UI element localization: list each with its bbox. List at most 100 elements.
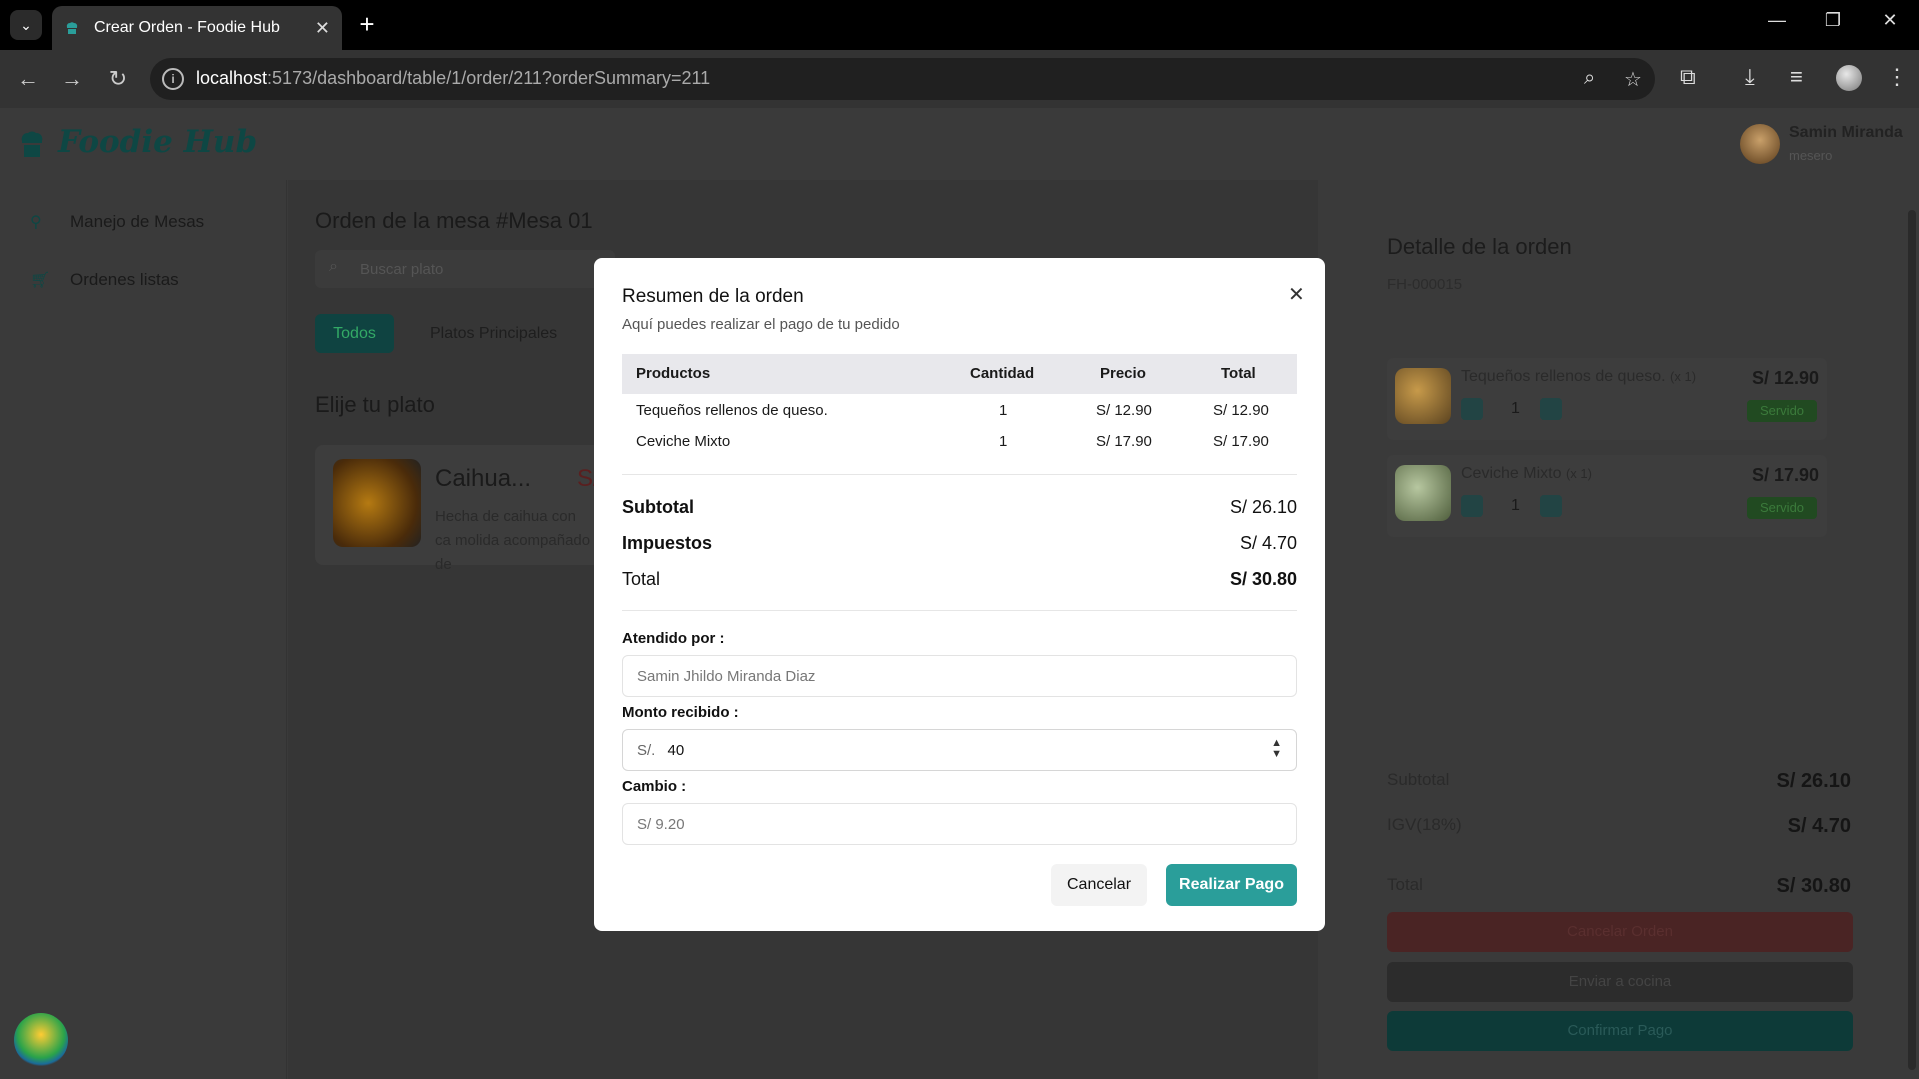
subtotal-value: S/ 26.10 xyxy=(1776,770,1851,792)
browser-tab[interactable]: Crear Orden - Foodie Hub ✕ xyxy=(52,6,342,50)
item-name: Ceviche Mixto (x 1) xyxy=(1461,465,1592,482)
column-header: Productos xyxy=(636,365,711,382)
cell-price: S/ 12.90 xyxy=(1096,402,1152,419)
column-header: Precio xyxy=(1100,365,1146,382)
attended-by-field: Samin Jhildo Miranda Diaz xyxy=(622,655,1297,697)
close-tab-icon[interactable]: ✕ xyxy=(315,18,330,39)
cancel-button[interactable]: Cancelar xyxy=(1051,864,1147,906)
modal-subtitle: Aquí puedes realizar el pago de tu pedid… xyxy=(622,316,900,333)
scroll-thumb[interactable] xyxy=(1908,210,1916,1070)
filter-all-button[interactable]: Todos xyxy=(315,314,394,353)
restore-icon[interactable]: ❐ xyxy=(1818,10,1848,31)
extensions-icon[interactable]: ⧉ xyxy=(1680,64,1696,90)
chef-hat-icon xyxy=(66,22,78,34)
order-summary-modal: Resumen de la orden Aquí puedes realizar… xyxy=(594,258,1325,931)
cell-total: S/ 17.90 xyxy=(1213,433,1269,450)
site-info-icon[interactable]: i xyxy=(162,68,184,90)
sidebar-item-label: Ordenes listas xyxy=(70,270,179,289)
search-icon: ⌕ xyxy=(329,258,338,275)
igv-label: IGV(18%) xyxy=(1387,815,1462,834)
user-role: mesero xyxy=(1789,148,1833,163)
more-menu-icon[interactable]: ⋮ xyxy=(1886,64,1908,90)
back-icon[interactable]: ← xyxy=(14,66,42,92)
decrease-button[interactable] xyxy=(1461,398,1483,420)
url-text: localhost:5173/dashboard/table/1/order/2… xyxy=(196,68,711,88)
sidebar-item-label: Manejo de Mesas xyxy=(70,212,205,231)
tab-title: Crear Orden - Foodie Hub xyxy=(94,19,280,36)
divider xyxy=(622,474,1297,475)
section-title: Elije tu plato xyxy=(315,392,435,417)
send-to-kitchen-button[interactable]: Enviar a cocina xyxy=(1387,962,1853,1002)
bookmark-star-icon[interactable]: ☆ xyxy=(1624,67,1642,92)
filter-main-dishes-button[interactable]: Platos Principales xyxy=(430,325,557,343)
table-header: Productos Cantidad Precio Total xyxy=(622,354,1297,394)
increase-button[interactable] xyxy=(1540,398,1562,420)
make-payment-button[interactable]: Realizar Pago xyxy=(1166,864,1297,906)
column-header: Cantidad xyxy=(970,365,1035,382)
page-title: Orden de la mesa #Mesa 01 xyxy=(315,208,593,233)
detail-title: Detalle de la orden xyxy=(1387,234,1572,259)
tables-icon: ⚲ xyxy=(30,214,42,231)
cell-product: Tequeños rellenos de queso. xyxy=(636,402,828,419)
number-stepper-icon[interactable]: ▲ ▼ xyxy=(1271,738,1282,760)
tax-label: Impuestos xyxy=(622,533,713,553)
status-badge: Servido xyxy=(1747,400,1817,422)
attended-by-label: Atendido por : xyxy=(622,630,725,647)
search-input[interactable]: ⌕ Buscar plato xyxy=(315,250,615,288)
media-control-icon[interactable]: ≡ xyxy=(1790,64,1803,90)
dish-description: Hecha de caihua con ca molida acompañado… xyxy=(435,508,591,573)
app-header: Foodie Hub Samin Miranda mesero xyxy=(0,108,1919,180)
cell-price: S/ 17.90 xyxy=(1096,433,1152,450)
dish-name: Caihua... xyxy=(435,465,532,492)
order-detail-panel: Detalle de la orden FH-000015 Tequeños r… xyxy=(1350,180,1919,1079)
cell-product: Ceviche Mixto xyxy=(636,433,731,450)
confirm-payment-button[interactable]: Confirmar Pago xyxy=(1387,1011,1853,1051)
cancel-order-button[interactable]: Cancelar Orden xyxy=(1387,912,1853,952)
zoom-icon[interactable]: ⌕ xyxy=(1584,67,1595,90)
item-price: S/ 12.90 xyxy=(1751,368,1819,388)
close-window-icon[interactable]: ✕ xyxy=(1875,10,1905,31)
profile-avatar[interactable] xyxy=(1836,65,1862,91)
amount-received-input[interactable]: S/. 40 ▲ ▼ xyxy=(622,729,1297,771)
order-item: Ceviche Mixto (x 1) S/ 17.90 1 Servido xyxy=(1387,455,1827,537)
cell-total: S/ 12.90 xyxy=(1213,402,1269,419)
close-icon[interactable]: ✕ xyxy=(1288,282,1305,307)
decrease-button[interactable] xyxy=(1461,495,1483,517)
tax-value: S/ 4.70 xyxy=(1239,533,1297,553)
chevron-down-icon: ⌄ xyxy=(20,16,32,33)
item-quantity: 1 xyxy=(1511,400,1520,417)
floating-app-logo[interactable] xyxy=(14,1013,68,1067)
subtotal-value: S/ 26.10 xyxy=(1229,497,1297,517)
download-icon[interactable]: ⤓ xyxy=(1745,64,1755,90)
new-tab-button[interactable]: + xyxy=(353,10,381,38)
avatar[interactable] xyxy=(1740,124,1780,164)
subtotal-label: Subtotal xyxy=(622,497,694,517)
sidebar-item-ready-orders[interactable]: 🛒︎ Ordenes listas xyxy=(30,270,179,290)
currency-prefix: S/. xyxy=(637,742,656,759)
forward-icon[interactable]: → xyxy=(58,66,86,92)
tab-search-button[interactable]: ⌄ xyxy=(10,10,42,40)
minimize-icon[interactable]: — xyxy=(1762,10,1792,31)
igv-value: S/ 4.70 xyxy=(1787,815,1851,837)
status-badge: Servido xyxy=(1747,497,1817,519)
change-label: Cambio : xyxy=(622,778,687,795)
reload-icon[interactable]: ↻ xyxy=(104,66,132,92)
order-code: FH-000015 xyxy=(1387,276,1463,293)
total-label: Total xyxy=(1387,875,1423,894)
item-quantity: 1 xyxy=(1511,497,1520,514)
total-label: Total xyxy=(622,569,661,589)
address-bar[interactable]: i localhost:5173/dashboard/table/1/order… xyxy=(150,58,1655,100)
browser-tab-strip: ⌄ Crear Orden - Foodie Hub ✕ + — ❐ ✕ xyxy=(0,0,1919,50)
chef-hat-logo-icon xyxy=(21,131,43,157)
sidebar-item-tables[interactable]: ⚲ Manejo de Mesas xyxy=(30,212,204,232)
divider xyxy=(622,610,1297,611)
cell-quantity: 1 xyxy=(999,433,1008,450)
column-header: Total xyxy=(1221,365,1256,382)
total-value: S/ 30.80 xyxy=(1776,875,1851,897)
subtotal-label: Subtotal xyxy=(1387,770,1450,789)
item-image xyxy=(1395,465,1451,521)
dish-image xyxy=(333,459,421,547)
total-value: S/ 30.80 xyxy=(1229,569,1297,589)
scrollbar[interactable] xyxy=(1904,180,1919,1079)
increase-button[interactable] xyxy=(1540,495,1562,517)
